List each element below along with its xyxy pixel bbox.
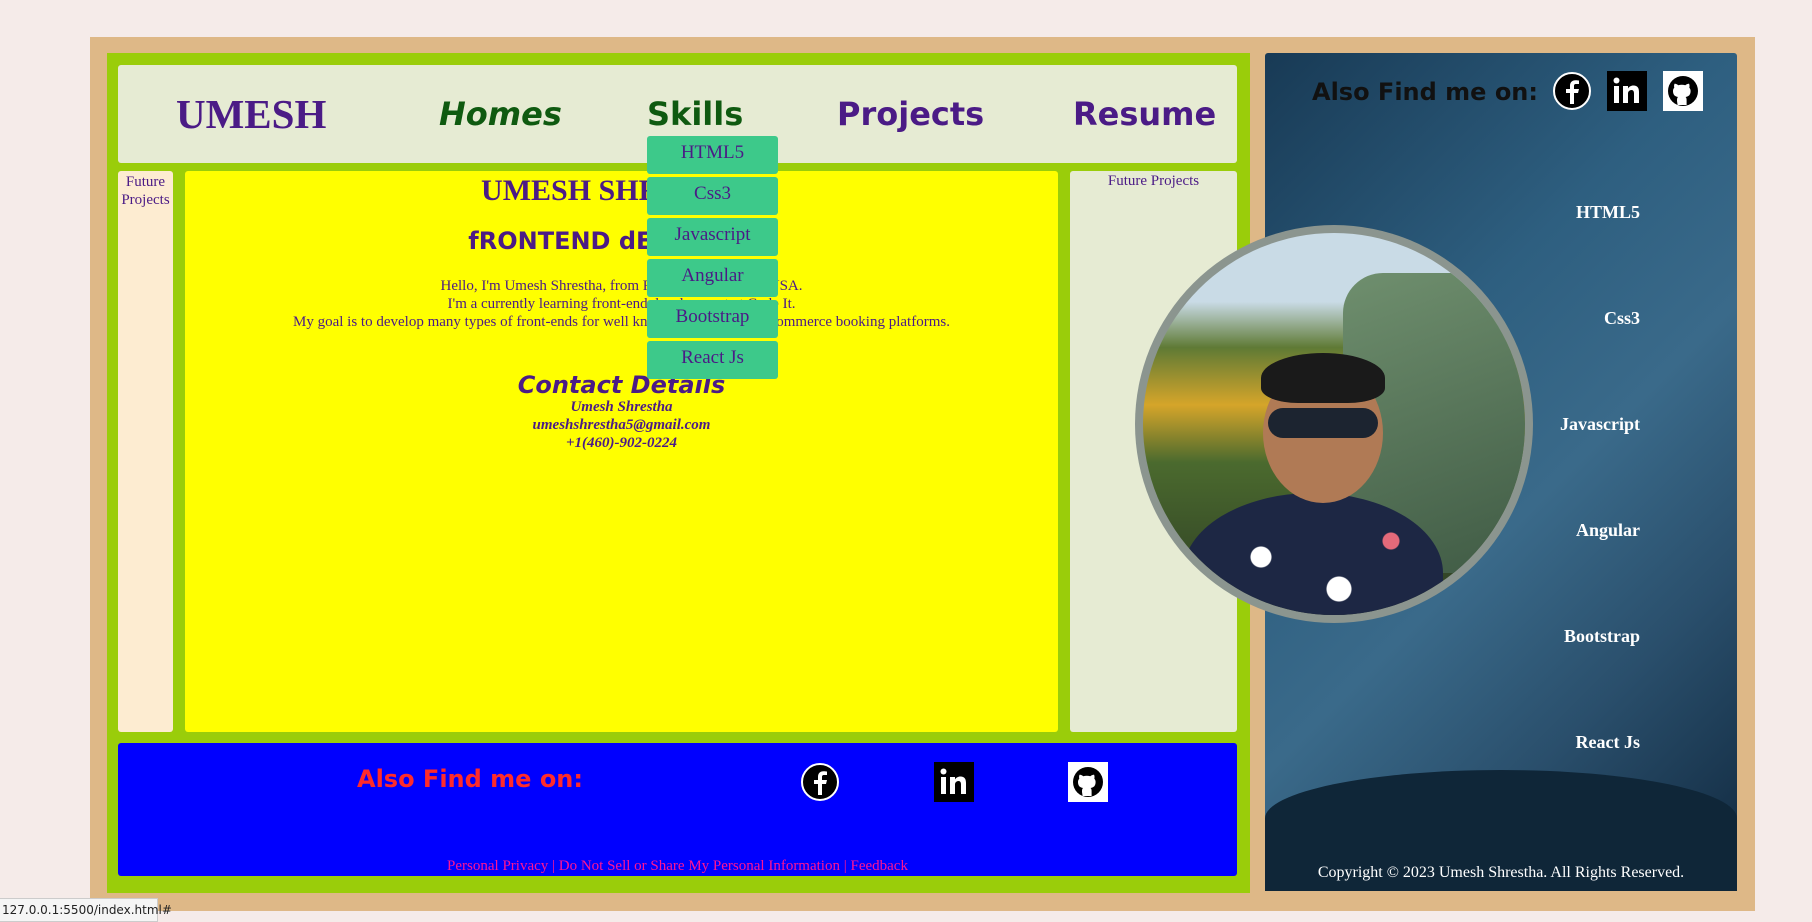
sidebar-skill-html5: HTML5 — [1575, 202, 1640, 222]
footer-links[interactable]: Personal Privacy | Do Not Sell or Share … — [118, 858, 1237, 875]
dropdown-item-bootstrap[interactable]: Bootstrap — [647, 300, 778, 338]
status-url: 127.0.0.1:5500/index.html# — [0, 898, 172, 922]
sidebar-skill-bootstrap: Bootstrap — [1564, 626, 1640, 646]
dropdown-item-angular[interactable]: Angular — [647, 259, 778, 297]
sidebar-skill-react: React Js — [1575, 732, 1640, 752]
sidebar-skill-javascript: Javascript — [1560, 414, 1640, 434]
page-subtitle: fRONTEND dEVELOPER — [468, 227, 775, 255]
linkedin-icon[interactable] — [934, 762, 974, 802]
bio-line: I'm a currently learning front-end devel… — [447, 296, 796, 312]
nav-homes[interactable]: Homes — [439, 95, 562, 133]
sidebar-title: Also Find me on: — [1312, 78, 1538, 106]
contact-name: Umesh Shrestha — [570, 399, 673, 415]
dropdown-item-css3[interactable]: Css3 — [647, 177, 778, 215]
brand-logo[interactable]: UMESH — [176, 90, 326, 138]
facebook-icon[interactable] — [800, 762, 840, 802]
dropdown-item-javascript[interactable]: Javascript — [647, 218, 778, 256]
nav-projects[interactable]: Projects — [837, 95, 984, 133]
left-column-label: Future Projects — [121, 174, 170, 208]
github-icon[interactable] — [1068, 762, 1108, 802]
footer-title: Also Find me on: — [357, 765, 583, 793]
dropdown-item-react[interactable]: React Js — [647, 341, 778, 379]
sidebar-skill-angular: Angular — [1575, 520, 1640, 540]
bio-line: Hello, I'm Umesh Shrestha, from Fort Way… — [440, 278, 803, 294]
page-title: UMESH SHRESTHA — [481, 174, 762, 207]
github-icon[interactable] — [1663, 71, 1703, 111]
contact-title: Contact Details — [517, 371, 726, 399]
skills-dropdown: HTML5 Css3 Javascript Angular Bootstrap … — [647, 136, 778, 382]
bio-line: My goal is to develop many types of fron… — [293, 314, 950, 330]
dropdown-item-html5[interactable]: HTML5 — [647, 136, 778, 174]
contact-phone: +1(460)-902-0224 — [565, 435, 678, 451]
profile-photo — [1135, 225, 1533, 623]
facebook-icon[interactable] — [1552, 71, 1592, 111]
contact-email: umeshshrestha5@gmail.com — [532, 417, 711, 433]
linkedin-icon[interactable] — [1607, 71, 1647, 111]
bio: Hello, I'm Umesh Shrestha, from Fort Way… — [185, 277, 1058, 331]
main-panel: UMESH SHRESTHA fRONTEND dEVELOPER Hello,… — [185, 171, 1058, 732]
nav-resume[interactable]: Resume — [1073, 95, 1216, 133]
nav-skills[interactable]: Skills — [647, 95, 743, 133]
sidebar-skill-css3: Css3 — [1603, 308, 1640, 328]
left-column: Future Projects — [118, 171, 173, 732]
copyright: Copyright © 2023 Umesh Shrestha. All Rig… — [1317, 864, 1685, 881]
right-column-label: Future Projects — [1107, 173, 1200, 189]
